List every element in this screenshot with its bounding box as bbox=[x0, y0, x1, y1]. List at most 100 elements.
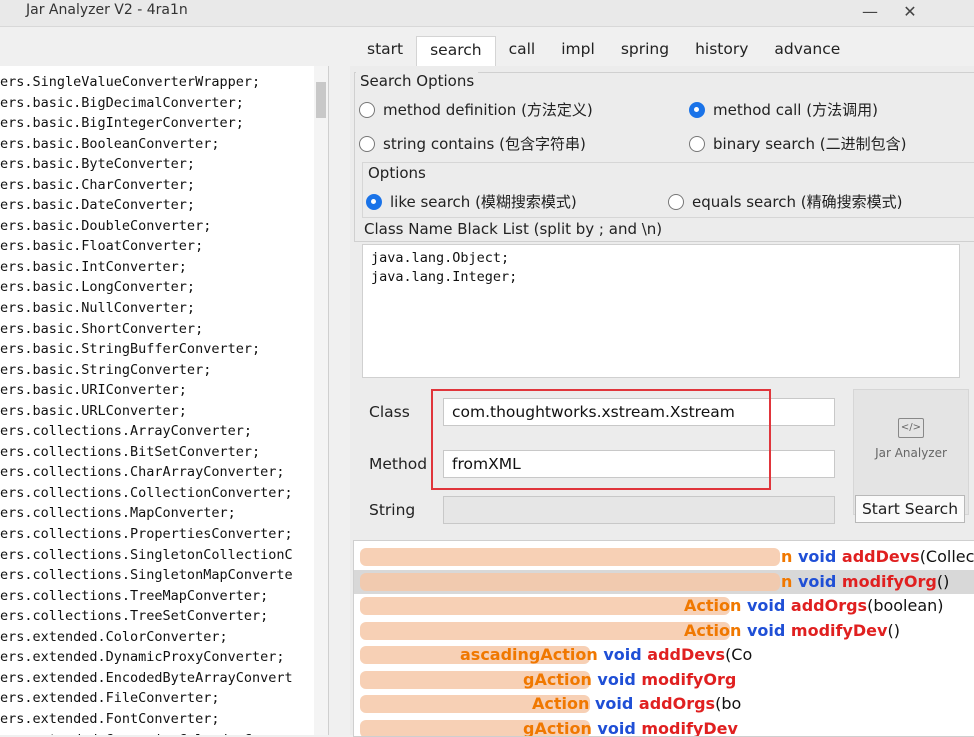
tab-call[interactable]: call bbox=[496, 36, 549, 66]
result-args: (bo bbox=[715, 694, 741, 713]
class-list-item[interactable]: ers.extended.FontConverter; bbox=[0, 709, 293, 730]
radio-method-call[interactable]: method call (方法调用) bbox=[689, 99, 878, 120]
vertical-scrollbar[interactable] bbox=[314, 66, 328, 735]
class-list-item[interactable]: ers.basic.FloatConverter; bbox=[0, 236, 293, 257]
class-list[interactable]: ers.SingleValueConverterWrapper;ers.basi… bbox=[0, 72, 293, 735]
results-list[interactable]: n void addDevs(Collectionn void modifyOr… bbox=[353, 540, 974, 737]
class-list-item[interactable]: ers.collections.PropertiesConverter; bbox=[0, 524, 293, 545]
radio-method-call-label: method call (方法调用) bbox=[713, 99, 878, 120]
class-list-item[interactable]: ers.basic.ByteConverter; bbox=[0, 154, 293, 175]
class-list-item[interactable]: ers.basic.LongConverter; bbox=[0, 277, 293, 298]
class-list-item[interactable]: ers.basic.URIConverter; bbox=[0, 380, 293, 401]
logo-text: Jar Analyzer bbox=[854, 446, 968, 460]
tab-advance[interactable]: advance bbox=[761, 36, 853, 66]
class-list-item[interactable]: ers.collections.TreeSetConverter; bbox=[0, 606, 293, 627]
class-list-item[interactable]: ers.extended.EncodedByteArrayConvert bbox=[0, 668, 293, 689]
class-list-item[interactable]: ers.collections.SingletonCollectionC bbox=[0, 545, 293, 566]
radio-equals-search-indicator[interactable] bbox=[668, 194, 684, 210]
minimize-icon[interactable]: — bbox=[848, 0, 892, 22]
title-bar: Jar Analyzer V2 - 4ra1n — ✕ bbox=[0, 0, 974, 27]
result-prefix: gAction bbox=[523, 719, 592, 737]
radio-like-search[interactable]: like search (模糊搜索模式) bbox=[366, 191, 577, 212]
result-prefix: n bbox=[781, 547, 792, 566]
class-list-item[interactable]: ers.collections.MapConverter; bbox=[0, 503, 293, 524]
result-prefix: n bbox=[781, 572, 792, 591]
radio-like-search-indicator[interactable] bbox=[366, 194, 382, 210]
result-name: modifyDev bbox=[785, 621, 887, 640]
radio-binary-search-indicator[interactable] bbox=[689, 136, 705, 152]
class-list-item[interactable]: ers.collections.CollectionConverter; bbox=[0, 483, 293, 504]
result-name: addOrgs bbox=[633, 694, 715, 713]
class-list-item[interactable]: ers.collections.SingletonMapConverte bbox=[0, 565, 293, 586]
result-name: modifyOrg bbox=[836, 572, 937, 591]
class-list-item[interactable]: ers.SingleValueConverterWrapper; bbox=[0, 72, 293, 93]
class-list-item[interactable]: ers.basic.IntConverter; bbox=[0, 257, 293, 278]
radio-equals-search[interactable]: equals search (精确搜索模式) bbox=[668, 191, 903, 212]
class-list-item[interactable]: ers.extended.GregorianCalendarConv bbox=[0, 730, 293, 736]
class-label: Class bbox=[369, 403, 410, 421]
class-list-item[interactable]: ers.basic.CharConverter; bbox=[0, 175, 293, 196]
class-list-item[interactable]: ers.basic.DateConverter; bbox=[0, 195, 293, 216]
class-list-item[interactable]: ers.basic.BigIntegerConverter; bbox=[0, 113, 293, 134]
result-row[interactable]: n void addDevs(Collection bbox=[354, 545, 974, 569]
class-list-item[interactable]: ers.extended.FileConverter; bbox=[0, 688, 293, 709]
radio-binary-search[interactable]: binary search (二进制包含) bbox=[689, 133, 907, 154]
radio-equals-search-label: equals search (精确搜索模式) bbox=[692, 191, 903, 212]
window-title: Jar Analyzer V2 - 4ra1n bbox=[26, 2, 188, 18]
radio-method-definition-label: method definition (方法定义) bbox=[383, 99, 593, 120]
result-row[interactable]: ascadingAction void addDevs(Co bbox=[354, 643, 974, 667]
redacted-text bbox=[360, 597, 730, 615]
class-list-item[interactable]: ers.basic.StringConverter; bbox=[0, 360, 293, 381]
result-ret: void bbox=[592, 719, 636, 737]
tab-start[interactable]: start bbox=[354, 36, 416, 66]
highlight-annotation-box bbox=[431, 389, 771, 490]
radio-method-definition[interactable]: method definition (方法定义) bbox=[359, 99, 593, 120]
result-name: addDevs bbox=[836, 547, 919, 566]
radio-method-definition-indicator[interactable] bbox=[359, 102, 375, 118]
radio-string-contains[interactable]: string contains (包含字符串) bbox=[359, 133, 586, 154]
result-prefix: Action bbox=[684, 596, 741, 615]
redacted-text bbox=[360, 622, 730, 640]
blacklist-label: Class Name Black List (split by ; and \n… bbox=[364, 220, 662, 238]
class-list-item[interactable]: ers.basic.URLConverter; bbox=[0, 401, 293, 422]
class-list-item[interactable]: ers.extended.ColorConverter; bbox=[0, 627, 293, 648]
tab-spring[interactable]: spring bbox=[608, 36, 682, 66]
class-list-item[interactable]: ers.collections.CharArrayConverter; bbox=[0, 462, 293, 483]
class-list-item[interactable]: ers.basic.DoubleConverter; bbox=[0, 216, 293, 237]
result-args: () bbox=[937, 572, 949, 591]
scrollbar-thumb[interactable] bbox=[316, 82, 326, 118]
class-list-item[interactable]: ers.basic.BooleanConverter; bbox=[0, 134, 293, 155]
class-list-item[interactable]: ers.collections.ArrayConverter; bbox=[0, 421, 293, 442]
radio-binary-search-label: binary search (二进制包含) bbox=[713, 133, 907, 154]
radio-method-call-indicator[interactable] bbox=[689, 102, 705, 118]
result-name: modifyOrg bbox=[636, 670, 737, 689]
result-row[interactable]: Action void modifyDev() bbox=[354, 619, 974, 643]
result-row[interactable]: gAction void modifyDev bbox=[354, 717, 974, 737]
class-tree-panel[interactable]: ers.SingleValueConverterWrapper;ers.basi… bbox=[0, 66, 329, 735]
class-list-item[interactable]: ers.collections.BitSetConverter; bbox=[0, 442, 293, 463]
string-input[interactable] bbox=[443, 496, 835, 524]
result-name: addDevs bbox=[642, 645, 725, 664]
result-ret: void bbox=[589, 694, 633, 713]
class-list-item[interactable]: ers.basic.ShortConverter; bbox=[0, 319, 293, 340]
close-icon[interactable]: ✕ bbox=[888, 0, 932, 22]
tab-impl[interactable]: impl bbox=[548, 36, 608, 66]
result-args: (Co bbox=[725, 645, 752, 664]
class-list-item[interactable]: ers.basic.NullConverter; bbox=[0, 298, 293, 319]
class-list-item[interactable]: ers.collections.TreeMapConverter; bbox=[0, 586, 293, 607]
tab-history[interactable]: history bbox=[682, 36, 761, 66]
result-row[interactable]: Action void addOrgs(boolean) bbox=[354, 594, 974, 618]
result-row[interactable]: n void modifyOrg() bbox=[354, 570, 974, 594]
start-search-button[interactable]: Start Search bbox=[855, 495, 965, 523]
class-list-item[interactable]: ers.basic.StringBufferConverter; bbox=[0, 339, 293, 360]
result-row[interactable]: gAction void modifyOrg bbox=[354, 668, 974, 692]
result-name: modifyDev bbox=[636, 719, 738, 737]
result-args: (boolean) bbox=[867, 596, 943, 615]
result-row[interactable]: Action void addOrgs(bo bbox=[354, 692, 974, 716]
class-list-item[interactable]: ers.extended.DynamicProxyConverter; bbox=[0, 647, 293, 668]
class-list-item[interactable]: ers.basic.BigDecimalConverter; bbox=[0, 93, 293, 114]
tab-search[interactable]: search bbox=[416, 36, 496, 66]
radio-string-contains-indicator[interactable] bbox=[359, 136, 375, 152]
result-ret: void bbox=[792, 572, 836, 591]
blacklist-textarea[interactable]: java.lang.Object; java.lang.Integer; bbox=[362, 244, 960, 378]
